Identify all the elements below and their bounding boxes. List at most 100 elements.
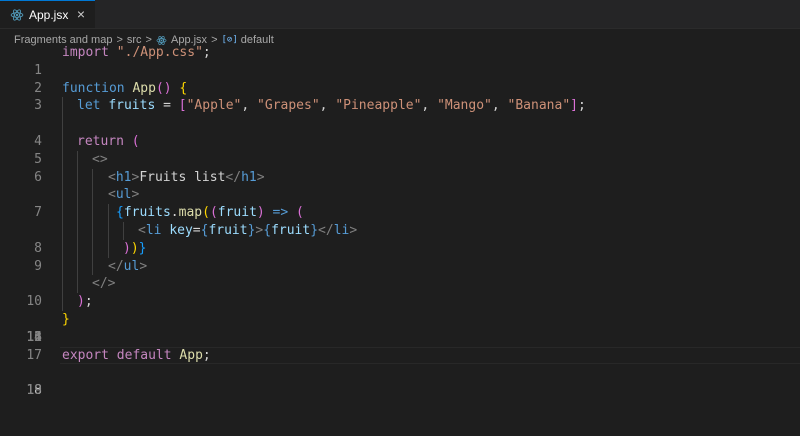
token: fruits [108,98,155,113]
close-icon[interactable]: × [77,6,85,22]
token: Fruits list [139,170,225,185]
token: , [241,98,257,113]
token: ( [202,205,210,220]
token: export [62,348,109,363]
indent-guide [77,222,78,240]
token: , [421,98,437,113]
token: "Apple" [187,98,242,113]
token: fruit [208,223,247,238]
token [109,348,117,363]
token: fruits [124,205,171,220]
code-line: 6 return ( [0,133,800,151]
indent-guide [108,204,109,222]
token: App [132,81,155,96]
token: ( [132,134,140,149]
token: = [193,223,201,238]
code-line: 5 [0,115,800,133]
code-line: 1 import "./App.css"; [0,44,800,62]
token [109,45,117,60]
indent-guide [77,275,78,293]
token: . [171,205,179,220]
token: ; [578,98,586,113]
token: ) [123,241,131,256]
indent-guide [92,169,93,187]
indent-guide [77,169,78,187]
token: } [62,312,70,327]
token: key [169,223,192,238]
code-text: } [62,311,70,329]
token: = [155,98,178,113]
code-line-current: 18 export default App; [0,347,800,365]
code-line: 10 {fruits.map((fruit) => ( [0,204,800,222]
token: => [265,205,296,220]
token: > [139,259,147,274]
token: </ [318,223,334,238]
token: li [146,223,162,238]
token: { [116,205,124,220]
token: App [179,348,202,363]
indent-guide [92,240,93,258]
indent-guide [62,97,63,115]
token: h1 [241,170,257,185]
indent-guide [77,240,78,258]
token: import [62,45,109,60]
code-line: 4 let fruits = ["Apple", "Grapes", "Pine… [0,97,800,115]
indent-guide [62,258,63,276]
code-text: return ( [77,133,140,151]
token: { [263,223,271,238]
token: </> [92,276,115,291]
code-text: <> [92,151,108,169]
token: "Pineapple" [335,98,421,113]
token: </ [225,170,241,185]
code-line: 3 function App() { [0,80,800,98]
token: fruit [271,223,310,238]
line-number: 19 [0,382,42,400]
token: ] [570,98,578,113]
indent-guide [77,186,78,204]
token: , [492,98,508,113]
token: "Grapes" [257,98,320,113]
indent-guide [77,204,78,222]
code-text: </ul> [108,258,147,276]
tab-label: App.jsx [29,8,68,22]
code-line: 12 ))} [0,240,800,258]
code-text: <h1>Fruits list</h1> [108,169,265,187]
token: ul [124,259,140,274]
token: fruit [218,205,257,220]
token: li [334,223,350,238]
code-line: 8 <h1>Fruits list</h1> [0,169,800,187]
indent-guide [62,115,63,133]
code-text: </> [92,275,115,293]
indent-guide [92,222,93,240]
code-line: 14 </> [0,275,800,293]
token: > [257,170,265,185]
indent-guide [92,204,93,222]
token: default [117,348,172,363]
token: ) [257,205,265,220]
code-text: <li key={fruit}>{fruit}</li> [138,222,357,240]
token: [ [179,98,187,113]
token: , [320,98,336,113]
code-text: function App() { [62,80,187,98]
token: "Banana" [508,98,571,113]
code-line: 7 <> [0,151,800,169]
code-line: 16 } [0,311,800,329]
tab-app-jsx[interactable]: App.jsx × [0,0,95,28]
code-editor[interactable]: 1 import "./App.css"; 2 3 function App()… [0,44,800,406]
indent-guide [108,222,109,240]
indent-guide [77,151,78,169]
token [124,134,132,149]
tab-bar: App.jsx × [0,0,800,29]
code-text: {fruits.map((fruit) => ( [116,204,304,222]
token: map [179,205,202,220]
indent-guide [123,222,124,240]
code-text: let fruits = ["Apple", "Grapes", "Pineap… [77,97,586,115]
token: return [77,134,124,149]
token: "Mango" [437,98,492,113]
indent-guide [62,186,63,204]
token: () [156,81,172,96]
indent-guide [62,275,63,293]
code-text: import "./App.css"; [62,44,211,62]
react-icon [10,8,24,22]
token: > [131,187,139,202]
